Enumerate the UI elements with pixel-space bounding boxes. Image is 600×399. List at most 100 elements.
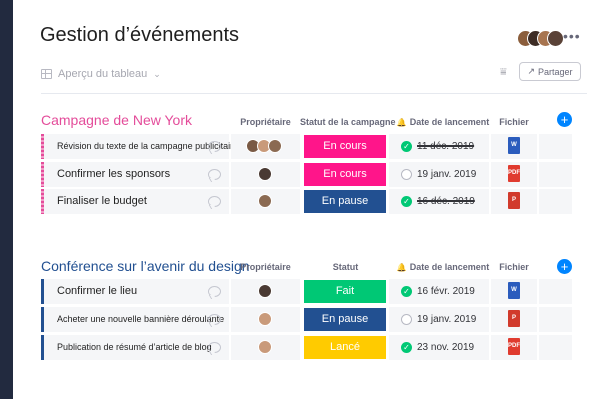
empty-cell [539,189,572,214]
status-badge[interactable]: En pause [304,308,386,331]
view-selector[interactable]: Aperçu du tableau ⌄ [41,66,161,82]
share-icon: ↗ [527,66,535,76]
empty-cell [539,162,572,187]
date-value: 19 janv. 2019 [417,169,477,180]
date-cell[interactable]: 19 janv. 2019 [389,307,489,332]
status-cell[interactable]: En cours [302,134,387,159]
date-cell[interactable]: ✓ 11 déc. 2019 [389,134,489,159]
file-cell[interactable]: P [491,189,537,214]
item-name-cell[interactable]: Confirmer les sponsors [41,162,229,187]
unchecked-icon[interactable] [401,169,412,180]
item-name-cell[interactable]: Publication de résumé d’article de blog [41,335,229,360]
date-cell[interactable]: ✓ 23 nov. 2019 [389,335,489,360]
owner-cell[interactable] [231,134,300,159]
file-cell[interactable]: PDF [491,162,537,187]
comment-icon[interactable] [208,196,221,207]
chevron-down-icon: ⌄ [153,68,161,79]
view-label: Aperçu du tableau [58,68,148,80]
powerpoint-file-icon[interactable]: P [508,310,520,327]
add-column-button[interactable]: + [557,112,572,127]
item-name[interactable]: Confirmer le lieu [57,279,137,304]
word-file-icon[interactable]: W [508,282,520,299]
status-badge[interactable]: Lancé [304,336,386,359]
status-cell[interactable]: Lancé [302,335,387,360]
owner-cell[interactable] [231,162,300,187]
check-icon[interactable]: ✓ [401,196,412,207]
table-row[interactable]: Publication de résumé d’article de blog … [41,335,572,360]
item-name-cell[interactable]: Confirmer le lieu [41,279,229,304]
item-name[interactable]: Finaliser le budget [57,189,147,214]
file-cell[interactable]: P [491,307,537,332]
group-title[interactable]: Campagne de New York [41,112,192,128]
owner-cell[interactable] [231,307,300,332]
status-badge[interactable]: En cours [304,163,386,186]
status-badge[interactable]: Fait [304,280,386,303]
status-cell[interactable]: En cours [302,162,387,187]
avatar [258,167,272,181]
powerpoint-file-icon[interactable]: P [508,192,520,209]
date-value: 11 déc. 2019 [417,141,475,152]
status-cell[interactable]: Fait [302,279,387,304]
comment-icon[interactable] [208,286,221,297]
comment-icon[interactable] [208,141,221,152]
file-cell[interactable]: W [491,279,537,304]
status-badge[interactable]: En cours [304,135,386,158]
column-header-file: Fichier [499,117,529,127]
owner-cell[interactable] [231,189,300,214]
table-row[interactable]: Révision du texte de la campagne publici… [41,134,572,159]
check-icon[interactable]: ✓ [401,342,412,353]
date-value: 23 nov. 2019 [417,342,475,353]
comment-icon[interactable] [208,314,221,325]
column-header-status: Statut [332,262,359,272]
avatar [258,340,272,354]
item-name-cell[interactable]: Finaliser le budget [41,189,229,214]
filter-icon[interactable]: ⩸ [500,66,507,79]
group-color-strip [41,134,44,159]
bell-icon: 🔔 [396,263,407,272]
owner-cell[interactable] [231,335,300,360]
empty-cell [539,307,572,332]
add-column-button[interactable]: + [557,259,572,274]
item-name-cell[interactable]: Révision du texte de la campagne publici… [41,134,238,159]
item-name[interactable]: Publication de résumé d’article de blog [57,335,212,360]
pdf-file-icon[interactable]: PDF [508,338,520,355]
more-options-icon[interactable]: ••• [563,28,581,44]
board-title: Gestion d’événements [40,24,240,46]
avatar[interactable] [547,30,564,47]
date-cell[interactable]: 19 janv. 2019 [389,162,489,187]
avatar [258,284,272,298]
table-row[interactable]: Confirmer les sponsors En cours 19 janv.… [41,162,572,187]
table-row[interactable]: Acheter une nouvelle bannière déroulante… [41,307,572,332]
file-cell[interactable]: PDF [491,335,537,360]
column-header-status: Statut de la campagne [300,117,396,127]
check-icon[interactable]: ✓ [401,141,412,152]
table-row[interactable]: Confirmer le lieu Fait ✓ 16 févr. 2019 W [41,279,572,304]
check-icon[interactable]: ✓ [401,286,412,297]
bell-icon: 🔔 [396,118,407,127]
avatar [258,312,272,326]
date-value: 16 déc. 2019 [417,196,475,207]
item-name[interactable]: Acheter une nouvelle bannière déroulante [57,307,224,332]
date-cell[interactable]: ✓ 16 févr. 2019 [389,279,489,304]
avatar [258,194,272,208]
status-badge[interactable]: En pause [304,190,386,213]
group-title[interactable]: Conférence sur l’avenir du design [41,258,250,274]
board-members[interactable] [517,30,565,48]
date-value: 16 févr. 2019 [417,286,475,297]
file-cell[interactable]: W [491,134,537,159]
table-row[interactable]: Finaliser le budget En pause ✓ 16 déc. 2… [41,189,572,214]
comment-icon[interactable] [208,342,221,353]
item-name-cell[interactable]: Acheter une nouvelle bannière déroulante [41,307,229,332]
status-cell[interactable]: En pause [302,189,387,214]
owner-cell[interactable] [231,279,300,304]
pdf-file-icon[interactable]: PDF [508,165,520,182]
item-name[interactable]: Confirmer les sponsors [57,162,170,187]
comment-icon[interactable] [208,169,221,180]
group-color-strip [41,279,44,304]
date-cell[interactable]: ✓ 16 déc. 2019 [389,189,489,214]
status-cell[interactable]: En pause [302,307,387,332]
share-button[interactable]: ↗ Partager [519,62,581,81]
word-file-icon[interactable]: W [508,137,520,154]
unchecked-icon[interactable] [401,314,412,325]
board-window: Gestion d’événements ••• Aperçu du table… [13,0,600,399]
